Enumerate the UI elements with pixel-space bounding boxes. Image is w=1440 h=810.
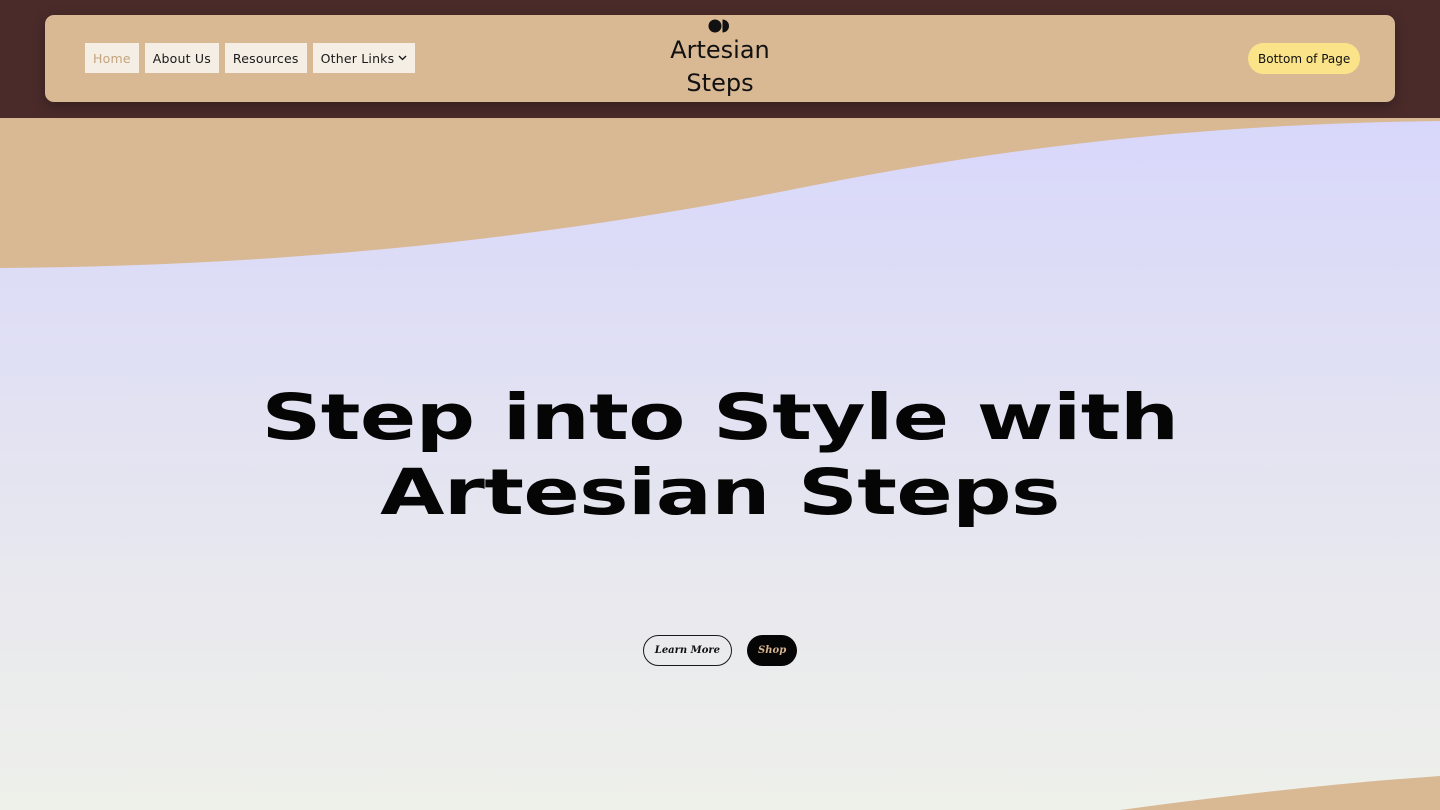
brand[interactable]: Artesian Steps	[645, 18, 795, 100]
brand-name-line-1: Artesian	[670, 36, 770, 64]
learn-more-button[interactable]: Learn More	[642, 635, 733, 666]
brand-name: Artesian Steps	[645, 34, 795, 100]
nav-link-home[interactable]: Home	[85, 43, 139, 73]
nav-link-label: Other Links	[320, 50, 395, 66]
nav-link-label: Home	[93, 50, 131, 66]
chevron-down-icon	[398, 55, 407, 61]
brand-logo-icon	[708, 19, 729, 33]
nav-links: Home About Us Resources Other Links	[85, 43, 416, 73]
brand-name-line-2: Steps	[686, 69, 754, 97]
shop-label: Shop	[758, 645, 787, 656]
learn-more-label: Learn More	[654, 645, 721, 656]
nav-link-label: Resources	[232, 50, 299, 66]
nav-link-resources[interactable]: Resources	[224, 43, 307, 73]
nav-dropdown-other-links[interactable]: Other Links	[312, 43, 416, 73]
nav-link-label: About Us	[152, 50, 211, 66]
shop-button[interactable]: Shop	[747, 635, 798, 666]
nav-link-about-us[interactable]: About Us	[144, 43, 219, 73]
hero-title: Step into Style with Artesian Steps	[261, 381, 1180, 529]
bottom-of-page-button[interactable]: Bottom of Page	[1248, 43, 1361, 74]
hero-cta-row: Learn More Shop	[0, 635, 1440, 666]
bottom-of-page-label: Bottom of Page	[1258, 51, 1351, 66]
navbar: Home About Us Resources Other Links Arte…	[45, 15, 1395, 102]
